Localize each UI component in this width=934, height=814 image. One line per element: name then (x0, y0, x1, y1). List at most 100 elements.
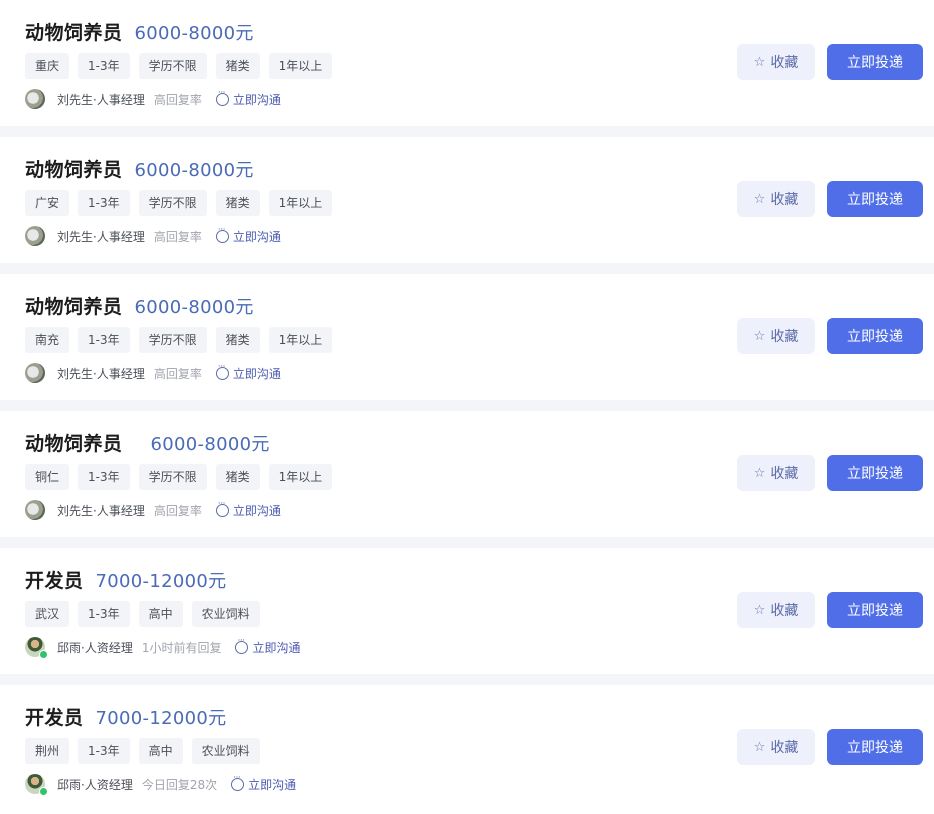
favorite-button[interactable]: ☆ 收藏 (737, 729, 815, 765)
apply-label: 立即投递 (847, 329, 903, 345)
job-tag-category: 猪类 (215, 190, 260, 216)
job-card[interactable]: 动物饲养员 6000-8000元 重庆 1-3年 学历不限 猪类 1年以上 刘先… (0, 0, 934, 126)
reply-status: 今日回复28次 (141, 777, 218, 792)
favorite-button[interactable]: ☆ 收藏 (737, 181, 815, 217)
recruiter-info: 刘先生·人事经理 高回复率 立即沟通 (25, 88, 281, 109)
job-title-row: 动物饲养员 6000-8000元 (25, 292, 254, 319)
star-outline-icon: ☆ (753, 54, 766, 70)
job-tag-category: 农业饲料 (191, 738, 260, 764)
favorite-label: 收藏 (770, 740, 799, 756)
job-card[interactable]: 开发员 7000-12000元 武汉 1-3年 高中 农业饲料 邱雨·人资经理 … (0, 548, 934, 674)
job-salary: 7000-12000元 (95, 708, 227, 729)
job-title[interactable]: 动物饲养员 (25, 429, 123, 456)
recruiter-avatar (25, 89, 45, 109)
apply-button[interactable]: 立即投递 (827, 44, 923, 80)
job-title-row: 开发员 7000-12000元 (25, 566, 226, 593)
job-card[interactable]: 动物饲养员 6000-8000元 南充 1-3年 学历不限 猪类 1年以上 刘先… (0, 274, 934, 400)
chat-now-link[interactable]: 立即沟通 (215, 499, 281, 519)
apply-button[interactable]: 立即投递 (827, 181, 923, 217)
chat-bubble-icon (215, 225, 229, 243)
recruiter-name: 刘先生·人事经理 (57, 366, 145, 381)
job-tag-location: 南充 (25, 327, 70, 353)
recruiter-info: 刘先生·人事经理 高回复率 立即沟通 (25, 225, 281, 246)
apply-label: 立即投递 (847, 55, 903, 71)
favorite-button[interactable]: ☆ 收藏 (737, 318, 815, 354)
job-title[interactable]: 动物饲养员 (25, 292, 123, 319)
favorite-button[interactable]: ☆ 收藏 (737, 44, 815, 80)
chat-now-link[interactable]: 立即沟通 (215, 88, 281, 108)
job-list: 动物饲养员 6000-8000元 重庆 1-3年 学历不限 猪类 1年以上 刘先… (0, 0, 934, 814)
job-card[interactable]: 开发员 7000-12000元 荆州 1-3年 高中 农业饲料 邱雨·人资经理 … (0, 685, 934, 814)
job-tag-education: 学历不限 (138, 327, 207, 353)
chat-bubble-icon (215, 499, 229, 517)
job-tags: 铜仁 1-3年 学历不限 猪类 1年以上 (25, 464, 333, 490)
job-title-row: 动物饲养员 6000-8000元 (25, 155, 254, 182)
job-title[interactable]: 动物饲养员 (25, 155, 123, 182)
star-outline-icon: ☆ (753, 602, 766, 618)
chat-now-link[interactable]: 立即沟通 (215, 225, 281, 245)
recruiter-name: 刘先生·人事经理 (57, 92, 145, 107)
recruiter-info: 刘先生·人事经理 高回复率 立即沟通 (25, 362, 281, 383)
star-outline-icon: ☆ (753, 465, 766, 481)
job-tag-education: 高中 (138, 601, 183, 627)
job-tag-education: 学历不限 (138, 190, 207, 216)
recruiter-name: 刘先生·人事经理 (57, 229, 145, 244)
job-card[interactable]: 动物饲养员 6000-8000元 铜仁 1-3年 学历不限 猪类 1年以上 刘先… (0, 411, 934, 537)
favorite-label: 收藏 (770, 466, 799, 482)
job-title-row: 动物饲养员 6000-8000元 (25, 18, 254, 45)
job-tag-category: 猪类 (215, 464, 260, 490)
job-tag-experience: 1-3年 (78, 190, 130, 216)
chat-now-label: 立即沟通 (232, 503, 281, 518)
favorite-button[interactable]: ☆ 收藏 (737, 455, 815, 491)
job-tag-experience: 1-3年 (78, 327, 130, 353)
job-tag-category: 猪类 (215, 327, 260, 353)
recruiter-info: 邱雨·人资经理 今日回复28次 立即沟通 (25, 773, 296, 796)
chat-now-link[interactable]: 立即沟通 (231, 773, 296, 793)
reply-status: 1小时前有回复 (141, 640, 222, 655)
apply-label: 立即投递 (847, 740, 903, 756)
job-title[interactable]: 开发员 (25, 566, 84, 593)
chat-now-label: 立即沟通 (232, 366, 281, 381)
job-tag-education: 学历不限 (138, 53, 207, 79)
chat-now-link[interactable]: 立即沟通 (235, 636, 301, 656)
apply-button[interactable]: 立即投递 (827, 729, 923, 765)
chat-now-link[interactable]: 立即沟通 (215, 362, 281, 382)
job-salary: 6000-8000元 (134, 160, 254, 181)
apply-button[interactable]: 立即投递 (827, 318, 923, 354)
recruiter-avatar (25, 774, 48, 796)
favorite-label: 收藏 (770, 192, 799, 208)
job-tag-experience: 1-3年 (78, 53, 130, 79)
job-title-row: 动物饲养员 6000-8000元 (25, 429, 270, 456)
job-salary: 7000-12000元 (95, 571, 227, 592)
apply-button[interactable]: 立即投递 (827, 455, 923, 491)
job-tag-requirement: 1年以上 (268, 53, 333, 79)
job-salary: 6000-8000元 (150, 434, 270, 455)
chat-now-label: 立即沟通 (232, 92, 281, 107)
favorite-button[interactable]: ☆ 收藏 (737, 592, 815, 628)
job-title-row: 开发员 7000-12000元 (25, 703, 226, 730)
reply-status: 高回复率 (153, 92, 202, 107)
chat-now-label: 立即沟通 (252, 640, 301, 655)
job-tag-experience: 1-3年 (78, 601, 130, 627)
chat-bubble-icon (215, 88, 229, 106)
recruiter-avatar (25, 637, 48, 659)
favorite-label: 收藏 (770, 603, 799, 619)
job-salary: 6000-8000元 (134, 297, 254, 318)
job-title[interactable]: 动物饲养员 (25, 18, 123, 45)
apply-button[interactable]: 立即投递 (827, 592, 923, 628)
star-outline-icon: ☆ (753, 191, 766, 207)
recruiter-name: 刘先生·人事经理 (57, 503, 145, 518)
chat-bubble-icon (235, 636, 249, 654)
job-card[interactable]: 动物饲养员 6000-8000元 广安 1-3年 学历不限 猪类 1年以上 刘先… (0, 137, 934, 263)
online-status-dot (39, 650, 48, 659)
job-tags: 广安 1-3年 学历不限 猪类 1年以上 (25, 190, 333, 216)
job-tag-location: 荆州 (25, 738, 70, 764)
online-status-dot (39, 787, 48, 796)
reply-status: 高回复率 (153, 503, 202, 518)
job-title[interactable]: 开发员 (25, 703, 84, 730)
recruiter-avatar (25, 226, 45, 246)
chat-now-label: 立即沟通 (232, 229, 281, 244)
job-tags: 荆州 1-3年 高中 农业饲料 (25, 738, 260, 764)
favorite-label: 收藏 (770, 329, 799, 345)
job-tag-location: 武汉 (25, 601, 70, 627)
